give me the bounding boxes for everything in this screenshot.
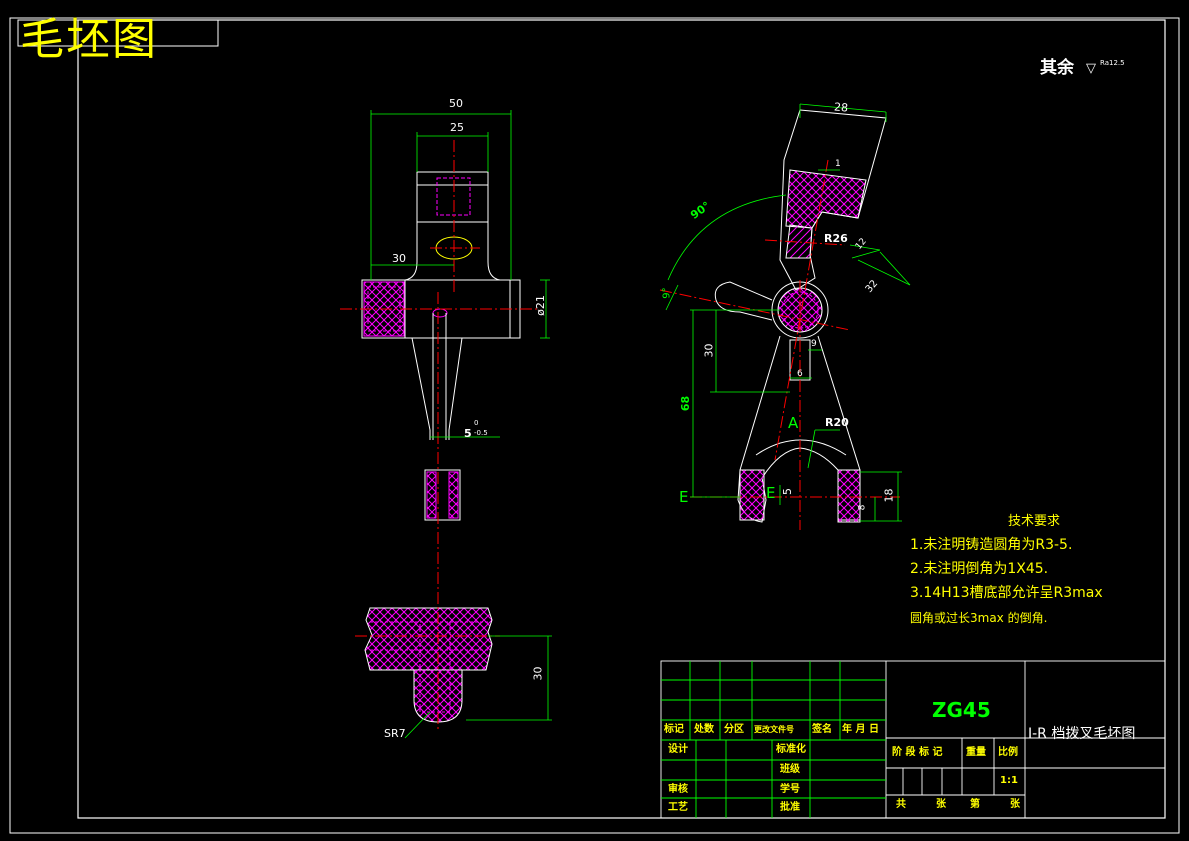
dim-radius-26: R26 xyxy=(824,232,848,245)
dim-angle-9: 9° xyxy=(661,287,673,299)
rev-header-date: 年 月 日 xyxy=(842,724,879,735)
row-review: 审核 xyxy=(668,784,688,795)
drawing-name: I-R 档拨叉毛坯图 xyxy=(1028,726,1136,742)
drawing-canvas xyxy=(9,17,1180,834)
dim-slot-tol-lower: -0.5 xyxy=(474,429,488,437)
section-label-e-left: E xyxy=(679,488,689,506)
row-design: 设计 xyxy=(668,744,688,755)
rev-header-zone: 分区 xyxy=(724,724,744,735)
requirement-item-3: 3.14H13槽底部允许呈R3max xyxy=(910,585,1103,601)
right-view xyxy=(714,109,887,523)
dim-height-18: 18 xyxy=(882,488,896,503)
dim-height-68: 68 xyxy=(679,395,693,412)
material-label: ZG45 xyxy=(932,698,991,722)
row-process: 工艺 xyxy=(668,802,688,813)
roughness-symbol-icon: ▽ xyxy=(1086,61,1096,76)
left-view xyxy=(361,171,521,723)
dim-width-50: 50 xyxy=(449,97,463,110)
requirement-item-1: 1.未注明铸造圆角为R3-5. xyxy=(910,537,1073,553)
surface-roughness-value: Ra12.5 xyxy=(1100,59,1125,67)
row-standard: 标准化 xyxy=(776,744,806,755)
row-class: 班级 xyxy=(780,764,800,775)
section-label-a: A xyxy=(788,414,799,432)
rev-header-doc: 更改文件号 xyxy=(754,725,794,734)
dim-offset-30: 30 xyxy=(392,252,406,265)
rev-header-count: 处数 xyxy=(694,724,714,735)
requirement-item-2: 2.未注明倒角为1X45. xyxy=(910,561,1049,577)
row-student-id: 学号 xyxy=(780,784,800,795)
dim-height-30: 30 xyxy=(531,666,545,681)
sheet-no-label: 第 xyxy=(970,799,980,810)
section-label-e-right: E xyxy=(766,484,776,502)
requirement-item-4: 圆角或过长3max 的倒角. xyxy=(910,611,1048,625)
dim-dia-21: ø21 xyxy=(533,295,547,316)
stage-header: 阶 段 标 记 xyxy=(892,747,943,758)
dim-height-30-right: 30 xyxy=(702,343,716,358)
rev-header-mark: 标记 xyxy=(664,724,684,735)
scale-header: 比例 xyxy=(998,747,1018,758)
dim-width-5: 5 xyxy=(781,488,794,495)
rev-header-sign: 签名 xyxy=(812,724,832,735)
dim-width-25: 25 xyxy=(450,121,464,134)
dim-width-28: 28 xyxy=(833,100,849,115)
dim-gap-1: 1 xyxy=(835,159,841,169)
dim-radius-20: R20 xyxy=(825,416,849,429)
dim-slot-tol-upper: 0 xyxy=(474,419,479,427)
dim-slot-5: 5 xyxy=(464,427,472,440)
dim-sphere-sr7: SR7 xyxy=(384,727,406,740)
weight-header: 重量 xyxy=(966,747,986,758)
row-approve: 批准 xyxy=(780,802,800,813)
sheet-unit-label: 张 xyxy=(936,799,946,810)
dim-width-6: 6 xyxy=(797,369,803,379)
scale-value: 1:1 xyxy=(1000,775,1018,786)
requirements-heading: 技术要求 xyxy=(1008,514,1061,529)
dim-height-8: 8 xyxy=(857,504,868,511)
drawing-title: 毛坯图 xyxy=(20,14,158,65)
drawing-frame xyxy=(9,17,1180,834)
dim-width-9: 9 xyxy=(811,339,817,349)
sheet-total-label: 共 xyxy=(896,799,906,810)
sheet-unit-label-2: 张 xyxy=(1010,799,1020,810)
surface-note-label: 其余 xyxy=(1040,58,1074,78)
